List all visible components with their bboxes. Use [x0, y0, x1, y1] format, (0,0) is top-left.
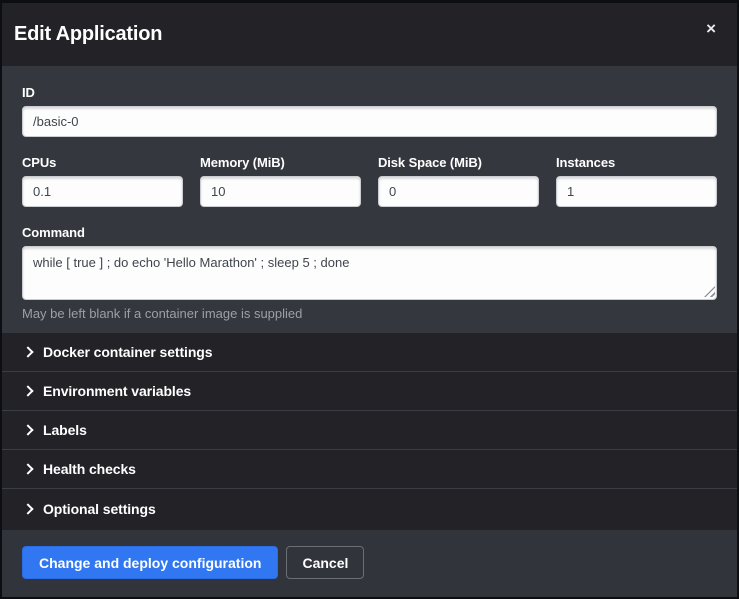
accordion-sections: Docker container settings Environment va…	[2, 333, 737, 530]
section-label: Labels	[43, 422, 87, 438]
command-help-text: May be left blank if a container image i…	[22, 306, 717, 321]
chevron-right-icon	[22, 424, 33, 435]
chevron-right-icon	[22, 463, 33, 474]
edit-application-modal: Edit Application × ID CPUs Memory (MiB) …	[0, 0, 739, 599]
section-label: Optional settings	[43, 501, 156, 517]
command-field-group: Command while [ true ] ; do echo 'Hello …	[22, 225, 717, 321]
section-optional-settings[interactable]: Optional settings	[2, 489, 737, 528]
memory-field-group: Memory (MiB)	[200, 155, 361, 207]
section-docker-container-settings[interactable]: Docker container settings	[2, 333, 737, 372]
chevron-right-icon	[22, 385, 33, 396]
chevron-right-icon	[22, 503, 33, 514]
close-icon[interactable]: ×	[702, 18, 720, 39]
cpus-label: CPUs	[22, 155, 183, 170]
memory-input[interactable]	[200, 176, 361, 207]
cpus-input[interactable]	[22, 176, 183, 207]
modal-title: Edit Application	[14, 23, 162, 46]
chevron-right-icon	[22, 346, 33, 357]
disk-space-input[interactable]	[378, 176, 539, 207]
section-health-checks[interactable]: Health checks	[2, 450, 737, 489]
cpus-field-group: CPUs	[22, 155, 183, 207]
change-and-deploy-button[interactable]: Change and deploy configuration	[22, 546, 278, 579]
modal-footer: Change and deploy configuration Cancel	[2, 530, 737, 597]
command-label: Command	[22, 225, 717, 240]
memory-label: Memory (MiB)	[200, 155, 361, 170]
resource-fields-row: CPUs Memory (MiB) Disk Space (MiB) Insta…	[22, 155, 717, 207]
section-label: Docker container settings	[43, 344, 212, 360]
section-label: Health checks	[43, 461, 136, 477]
section-environment-variables[interactable]: Environment variables	[2, 372, 737, 411]
section-label: Environment variables	[43, 383, 191, 399]
disk-space-field-group: Disk Space (MiB)	[378, 155, 539, 207]
modal-header: Edit Application ×	[2, 3, 737, 66]
instances-field-group: Instances	[556, 155, 717, 207]
instances-input[interactable]	[556, 176, 717, 207]
instances-label: Instances	[556, 155, 717, 170]
form-body: ID CPUs Memory (MiB) Disk Space (MiB) In…	[2, 66, 737, 333]
section-labels[interactable]: Labels	[2, 411, 737, 450]
cancel-button[interactable]: Cancel	[286, 546, 364, 579]
disk-space-label: Disk Space (MiB)	[378, 155, 539, 170]
command-textarea[interactable]: while [ true ] ; do echo 'Hello Marathon…	[22, 246, 717, 300]
id-input[interactable]	[22, 106, 717, 137]
id-label: ID	[22, 85, 717, 100]
id-field-group: ID	[22, 85, 717, 137]
